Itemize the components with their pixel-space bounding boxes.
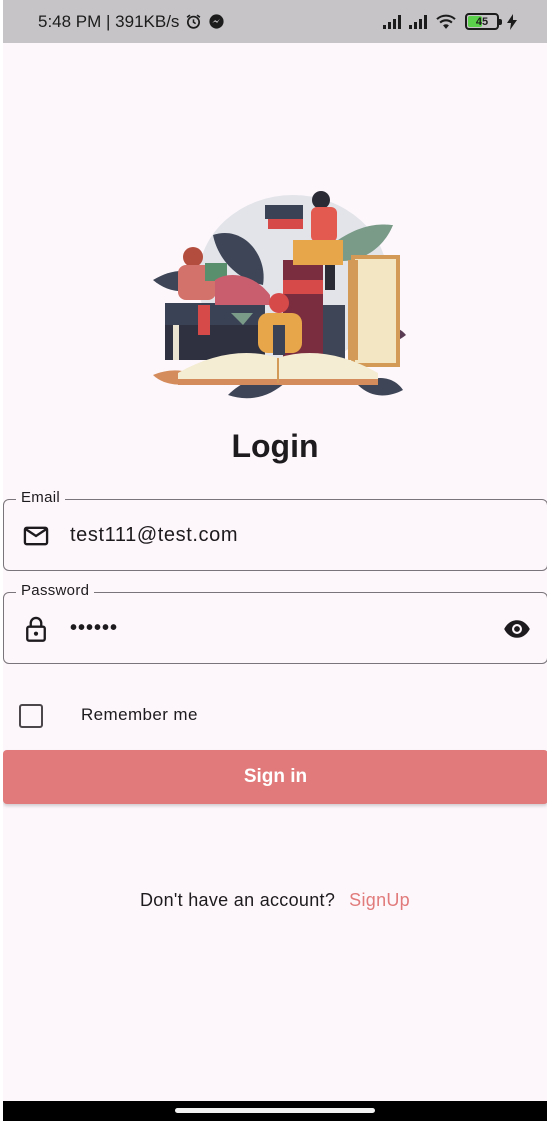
messenger-icon <box>209 14 225 29</box>
mail-icon <box>23 526 49 546</box>
reading-illustration <box>153 191 406 399</box>
home-handle[interactable] <box>175 1108 375 1113</box>
password-field[interactable]: Password •••••• <box>3 582 547 664</box>
signup-row: Don't have an account? SignUp <box>3 890 547 911</box>
login-screen: 5:48 PM | 391KB/s 45 Login Email test111… <box>3 0 547 1121</box>
email-label: Email <box>16 489 66 506</box>
signin-button[interactable]: Sign in <box>3 750 547 804</box>
status-left: 5:48 PM | 391KB/s <box>38 12 225 32</box>
email-value: test111@test.com <box>70 524 239 546</box>
status-right: 45 <box>383 13 517 30</box>
signal-icon <box>383 14 401 29</box>
page-title: Login <box>231 428 319 464</box>
charging-icon <box>507 13 517 30</box>
password-value: •••••• <box>70 617 119 639</box>
status-bar: 5:48 PM | 391KB/s 45 <box>3 0 547 43</box>
battery-level: 45 <box>475 15 489 28</box>
signal-icon <box>409 14 427 29</box>
email-field[interactable]: Email test111@test.com <box>3 489 547 571</box>
status-time-speed: 5:48 PM | 391KB/s <box>38 11 180 31</box>
eye-icon[interactable] <box>501 615 533 643</box>
remember-checkbox[interactable] <box>19 704 43 728</box>
signup-link[interactable]: SignUp <box>349 890 410 910</box>
alarm-icon <box>187 14 201 29</box>
wifi-icon <box>436 14 456 29</box>
signup-prompt: Don't have an account? <box>139 890 336 910</box>
battery-icon: 45 <box>465 13 502 30</box>
lock-icon <box>26 616 46 642</box>
remember-label: Remember me <box>81 705 198 724</box>
